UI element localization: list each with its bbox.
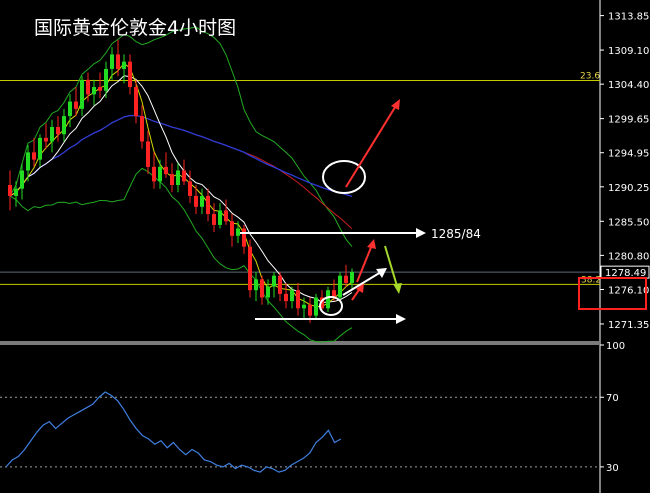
- candle-body: [56, 126, 60, 135]
- arrow-red-up-mid-head: [367, 239, 376, 249]
- indicator-series: [5, 391, 342, 473]
- candle-body: [182, 170, 186, 182]
- candle-body: [290, 290, 294, 302]
- price-tick-label: 1299.65: [608, 115, 649, 126]
- candle-body: [26, 152, 30, 171]
- candle-body: [242, 228, 246, 247]
- moving-averages: [9, 62, 353, 308]
- candle-body: [134, 87, 138, 117]
- candle-body: [158, 166, 162, 182]
- candle-body: [44, 137, 48, 142]
- candle-body: [224, 210, 228, 222]
- candle-body: [254, 279, 258, 291]
- price-tick-label: 1290.25: [608, 183, 649, 194]
- candle-body: [116, 54, 120, 69]
- candle-body: [164, 166, 168, 175]
- ma-white-line: [9, 75, 353, 303]
- candle-body: [50, 126, 54, 142]
- candle-body: [122, 61, 126, 69]
- candle-body: [20, 170, 24, 189]
- candle-body: [92, 87, 96, 95]
- candle-body: [260, 279, 264, 298]
- candle-body: [218, 210, 222, 225]
- candle-body: [80, 79, 84, 109]
- price-tick-label: 1285.50: [608, 217, 649, 228]
- bollinger-lower: [9, 167, 353, 343]
- arrow-yellowgreen-down: [384, 245, 398, 287]
- chart-title: 国际黄金伦敦金4小时图: [34, 17, 236, 39]
- candle-body: [32, 152, 36, 160]
- candle-body: [188, 181, 192, 196]
- candle-body: [272, 275, 276, 287]
- candle-body: [170, 174, 174, 186]
- indicator-axis: 100 70 30: [600, 341, 625, 474]
- fib-38-2-label: 38.2: [581, 275, 601, 285]
- arrow-yellowgreen-down-head: [393, 283, 402, 294]
- candle-body: [86, 79, 90, 95]
- candle-body: [14, 188, 18, 196]
- indicator-tick-label: 100: [606, 341, 625, 352]
- price-axis: 1313.85 1309.10 1304.40 1299.65 1294.95 1290.…: [600, 12, 649, 331]
- candle-body: [344, 275, 348, 283]
- candle-body: [236, 228, 240, 236]
- candle-body: [110, 54, 114, 69]
- target-label: 1285/84: [431, 227, 481, 241]
- pane-divider[interactable]: [0, 341, 600, 345]
- candle-body: [284, 293, 288, 302]
- candle-body: [8, 185, 12, 196]
- candle-body: [62, 116, 66, 135]
- candle-body: [278, 275, 282, 294]
- candle-body: [38, 137, 42, 160]
- candle-body: [146, 141, 150, 167]
- candle-body: [326, 290, 330, 309]
- fib-23-6-label: 23.6: [580, 72, 600, 82]
- indicator-tick-label: 30: [606, 463, 619, 474]
- candle-body: [314, 297, 318, 316]
- candle-body: [230, 221, 234, 236]
- candle-body: [248, 246, 252, 291]
- annotations: 1285/84: [240, 99, 481, 324]
- price-tick-label: 1313.85: [608, 12, 649, 23]
- candle-body: [338, 275, 342, 298]
- price-tick-label: 1294.95: [608, 149, 649, 160]
- price-tick-label: 1276.10: [608, 285, 649, 296]
- candle-body: [104, 68, 108, 91]
- chart-window: 23.6 38.2 1285/84 1313.85 1309.10 1304.4…: [0, 0, 650, 493]
- candle-body: [128, 61, 132, 88]
- candle-body: [140, 116, 144, 142]
- price-tick-label: 1304.40: [608, 80, 649, 91]
- candle-body: [266, 286, 270, 298]
- candle-body: [308, 304, 312, 316]
- bollinger-upper: [9, 26, 353, 247]
- candle-body: [296, 290, 300, 309]
- arrow-white-target-head: [416, 228, 426, 238]
- price-tick-label: 1309.10: [608, 46, 649, 57]
- candle-body: [206, 195, 210, 215]
- candle-body: [302, 304, 306, 309]
- indicator-tick-label: 70: [606, 393, 619, 404]
- candle-body: [194, 195, 198, 207]
- candle-body: [98, 87, 102, 91]
- candle-body: [200, 195, 204, 207]
- price-tick-label: 1271.35: [608, 320, 649, 331]
- price-tick-label: 1280.80: [608, 251, 649, 262]
- candle-body: [152, 166, 156, 182]
- arrow-red-up-large: [345, 103, 398, 188]
- candlestick-series: [8, 39, 354, 323]
- candle-body: [176, 170, 180, 186]
- arrow-red-up-mid: [356, 244, 373, 283]
- candle-body: [350, 272, 354, 283]
- candle-body: [68, 101, 72, 117]
- arrow-white-support-head: [396, 314, 406, 324]
- candle-body: [74, 101, 78, 109]
- chart-canvas: 23.6 38.2 1285/84 1313.851309.101304.401…: [0, 0, 650, 493]
- candle-body: [212, 214, 216, 225]
